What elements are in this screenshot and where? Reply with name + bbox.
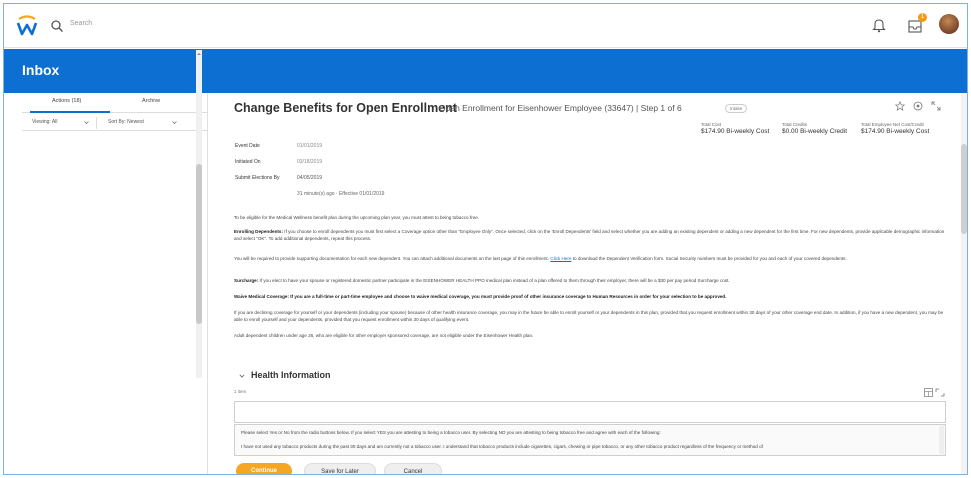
instruction-text: You will be required to provide supporti… — [234, 256, 549, 261]
instruction-tobacco: To be eligible for the Medical Wellness … — [234, 215, 480, 220]
instruction-documentation: You will be required to provide supporti… — [234, 256, 946, 263]
user-avatar[interactable] — [939, 14, 959, 34]
instruction-heading: Enrolling Dependents: — [234, 229, 284, 234]
items-count: 1 item — [234, 389, 247, 394]
inbox-tabs: Actions (18) Archive — [22, 93, 208, 113]
instruction-text: to download the Dependent Verification f… — [571, 256, 847, 261]
net-cost-label: Total Employee Net Cost/Credit — [861, 122, 924, 127]
sidebar-scrollbar-thumb[interactable] — [196, 164, 202, 324]
timing-note: 31 minute(s) ago · Effective 01/01/2019 — [297, 191, 385, 197]
inbox-header-bar: Inbox — [4, 49, 967, 93]
continue-button[interactable]: Continue — [236, 463, 292, 474]
tab-actions[interactable]: Actions (18) — [52, 98, 81, 104]
chevron-down-icon[interactable] — [172, 120, 177, 125]
save-for-later-button[interactable]: Save for Later — [304, 463, 376, 474]
top-bar: Search 1 — [4, 4, 967, 48]
instruction-surcharge: Surcharge: If you elect to have your spo… — [234, 278, 946, 285]
related-actions-icon[interactable] — [913, 101, 923, 111]
instruction-adult-dependents: Adult dependent children under age 26, w… — [234, 333, 534, 338]
scroll-up-arrow-icon[interactable] — [197, 52, 201, 56]
active-tab-indicator — [30, 111, 110, 113]
instruction-declining: If you are declining coverage for yourse… — [234, 310, 944, 322]
inbox-sidebar: Actions (18) Archive Viewing: All Sort B… — [22, 93, 208, 474]
status-badge: Intake — [725, 104, 748, 113]
search-input[interactable]: Search — [70, 20, 92, 27]
instruction-text: If you elect to have your spouse or regi… — [258, 278, 730, 283]
viewing-filter[interactable]: Viewing: All — [32, 119, 57, 125]
total-credits: Total Credits $0.00 Bi-weekly Credit — [782, 122, 847, 135]
search-icon — [51, 20, 63, 32]
total-credits-label: Total Credits — [782, 122, 808, 127]
instruction-text: If you choose to enroll dependents you m… — [234, 229, 945, 241]
filter-divider — [96, 117, 97, 129]
instruction-waive: Waive Medical Coverage: If you are a ful… — [234, 294, 946, 301]
total-cost: Total Cost $174.90 Bi-weekly Cost — [701, 122, 769, 135]
total-cost-value: $174.90 Bi-weekly Cost — [701, 128, 770, 135]
chevron-down-icon[interactable] — [84, 120, 89, 125]
page-header-title: Inbox — [22, 62, 60, 78]
search-bar[interactable]: Search — [50, 16, 230, 36]
star-icon[interactable] — [895, 101, 905, 111]
sort-filter[interactable]: Sort By: Newest — [108, 119, 144, 125]
submit-by-label: Submit Elections By — [235, 175, 280, 181]
event-date-value: 01/01/2019 — [297, 143, 323, 149]
task-header-actions — [895, 101, 955, 113]
task-subtitle: Open Enrollment for Eisenhower Employee … — [439, 103, 682, 113]
notifications-bell-icon[interactable] — [872, 17, 886, 33]
submit-by-value: 04/05/2019 — [297, 175, 323, 181]
expand-icon[interactable] — [931, 101, 941, 111]
instruction-heading: Surcharge: — [234, 278, 259, 283]
event-date-label: Event Date — [235, 143, 260, 149]
instruction-heading: Waive Medical Coverage: If you are a ful… — [234, 294, 727, 299]
total-credits-value: $0.00 Bi-weekly Credit — [782, 128, 848, 135]
net-cost: Total Employee Net Cost/Credit $174.90 B… — [861, 122, 929, 135]
page-title: Change Benefits for Open Enrollment — [234, 101, 457, 115]
app-window: Search 1 Inbox Actions (18) Archive View… — [3, 3, 968, 475]
instruction-enrolling-dependents: Enrolling Dependents: If you choose to e… — [234, 229, 946, 242]
chevron-down-icon[interactable] — [239, 373, 245, 379]
question-scrollbar[interactable] — [939, 426, 944, 454]
net-cost-value: $174.90 Bi-weekly Cost — [861, 128, 930, 135]
workday-logo-icon[interactable] — [16, 15, 38, 37]
total-cost-label: Total Cost — [701, 122, 722, 127]
inbox-count-badge: 1 — [918, 13, 927, 22]
click-here-link[interactable]: Click Here — [550, 256, 571, 261]
task-panel: Change Benefits for Open Enrollment Open… — [209, 93, 949, 474]
initiated-on-value: 03/18/2019 — [297, 159, 323, 165]
page-scrollbar-thumb[interactable] — [961, 144, 967, 234]
tobacco-question-text: Please select Yes or No from the radio b… — [241, 430, 661, 435]
tobacco-question-box: Please select Yes or No from the radio b… — [234, 424, 946, 456]
initiated-on-label: Initiated On — [235, 159, 261, 165]
inbox-filters: Viewing: All Sort By: Newest — [22, 115, 208, 131]
cancel-button[interactable]: Cancel — [384, 463, 442, 474]
table-view-icon[interactable] — [924, 388, 946, 398]
tab-archive[interactable]: Archive — [142, 98, 160, 104]
tobacco-attestation-text: I have not used any tobacco products dur… — [241, 444, 763, 449]
health-section-title: Health Information — [251, 370, 331, 380]
health-table-header — [234, 401, 946, 423]
